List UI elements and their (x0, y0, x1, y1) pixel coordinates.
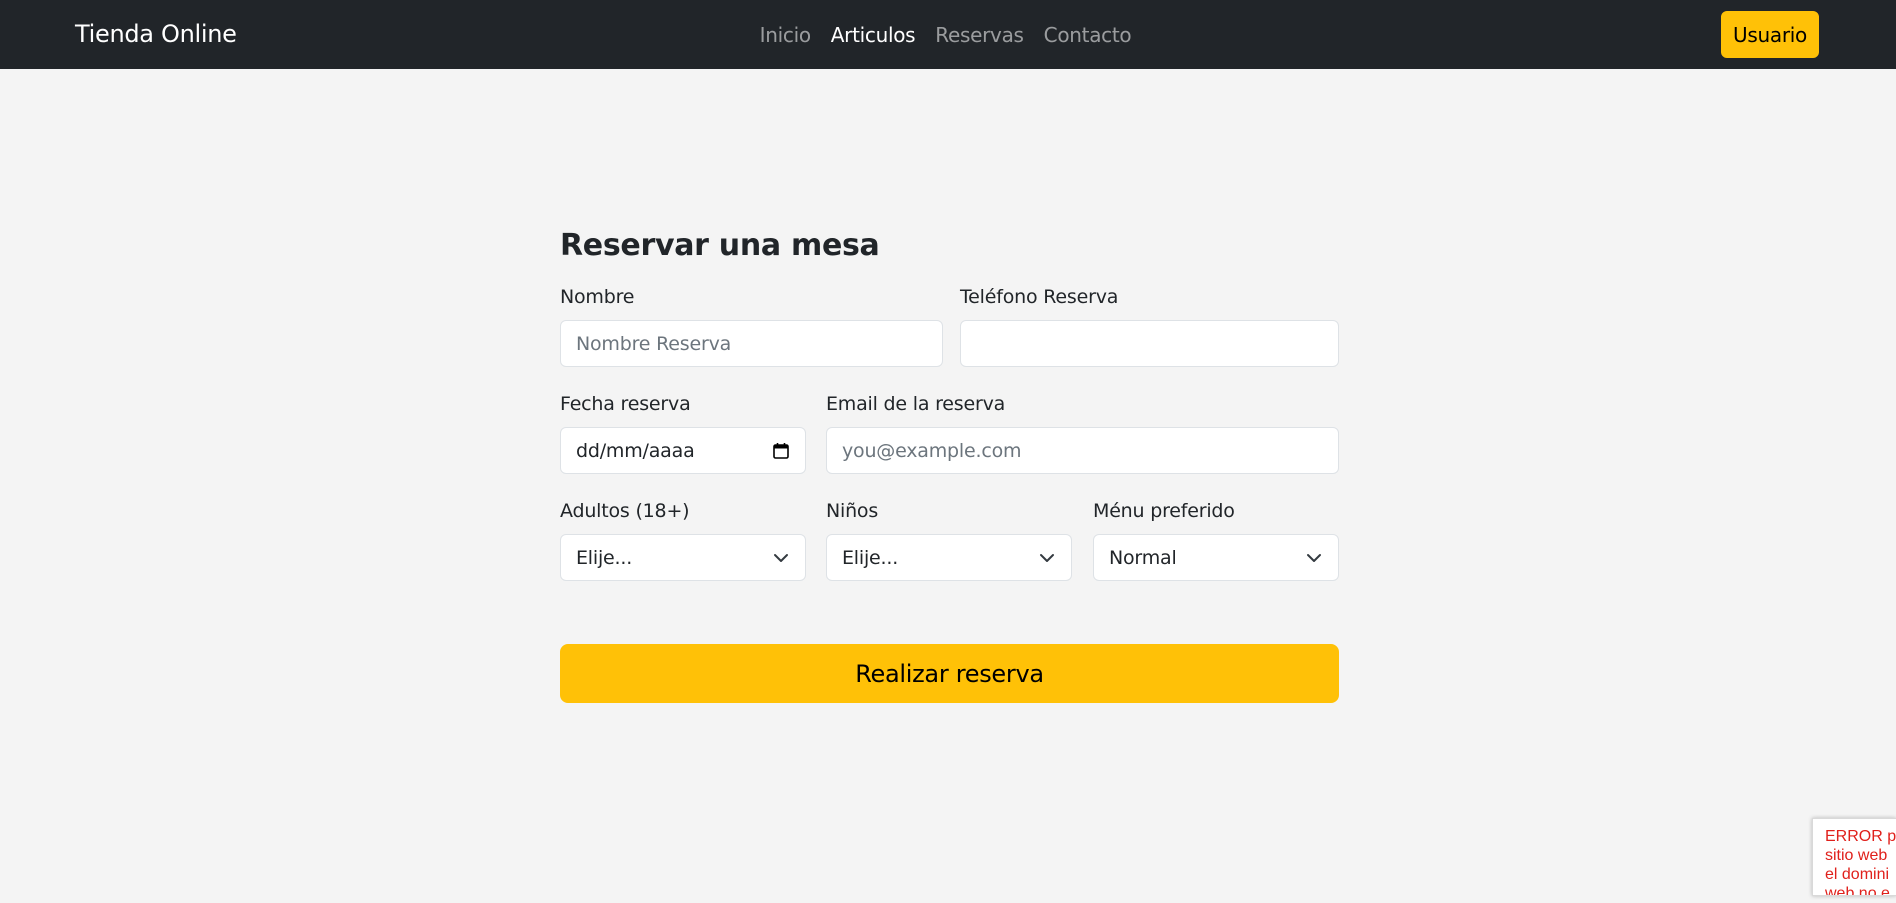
adultos-select[interactable]: Elije... (560, 534, 806, 581)
menu-select[interactable]: Normal (1093, 534, 1339, 581)
chevron-down-icon (1038, 549, 1056, 567)
telefono-field-group: Teléfono Reserva (960, 285, 1339, 367)
telefono-input[interactable] (960, 320, 1339, 367)
email-label: Email de la reserva (826, 393, 1006, 415)
chevron-down-icon (1305, 549, 1323, 567)
fecha-date-input[interactable]: dd/mm/aaaa (560, 427, 806, 474)
form-title: Reservar una mesa (560, 228, 880, 263)
nav-link-reservas[interactable]: Reservas (935, 23, 1024, 47)
email-field-group: Email de la reserva (826, 392, 1339, 474)
telefono-label: Teléfono Reserva (960, 286, 1119, 308)
fecha-label: Fecha reserva (560, 393, 691, 415)
ninos-field-group: Niños Elije... (826, 499, 1072, 581)
ninos-selected-value: Elije... (842, 546, 899, 569)
nav-link-articulos[interactable]: Articulos (831, 23, 916, 47)
nav-link-contacto[interactable]: Contacto (1044, 23, 1132, 47)
nombre-label: Nombre (560, 286, 635, 308)
nav-links: Inicio Articulos Reservas Contacto (0, 0, 1896, 69)
chevron-down-icon (772, 549, 790, 567)
calendar-icon[interactable] (772, 442, 790, 460)
nav-link-inicio[interactable]: Inicio (760, 23, 811, 47)
adultos-label: Adultos (18+) (560, 500, 690, 522)
adultos-selected-value: Elije... (576, 546, 633, 569)
menu-label: Ménu preferido (1093, 500, 1235, 522)
menu-selected-value: Normal (1109, 546, 1177, 569)
nombre-input[interactable] (560, 320, 943, 367)
fecha-field-group: Fecha reserva dd/mm/aaaa (560, 392, 806, 474)
submit-reservation-button[interactable]: Realizar reserva (560, 644, 1339, 703)
ninos-label: Niños (826, 500, 879, 522)
ninos-select[interactable]: Elije... (826, 534, 1072, 581)
email-input[interactable] (826, 427, 1339, 474)
user-button[interactable]: Usuario (1721, 11, 1819, 58)
nombre-field-group: Nombre (560, 285, 943, 367)
error-notice: ERROR pa sitio web el domini web no e (1812, 818, 1896, 896)
navbar: Tienda Online Inicio Articulos Reservas … (0, 0, 1896, 69)
menu-field-group: Ménu preferido Normal (1093, 499, 1339, 581)
fecha-date-text: dd/mm/aaaa (576, 439, 695, 462)
adultos-field-group: Adultos (18+) Elije... (560, 499, 806, 581)
